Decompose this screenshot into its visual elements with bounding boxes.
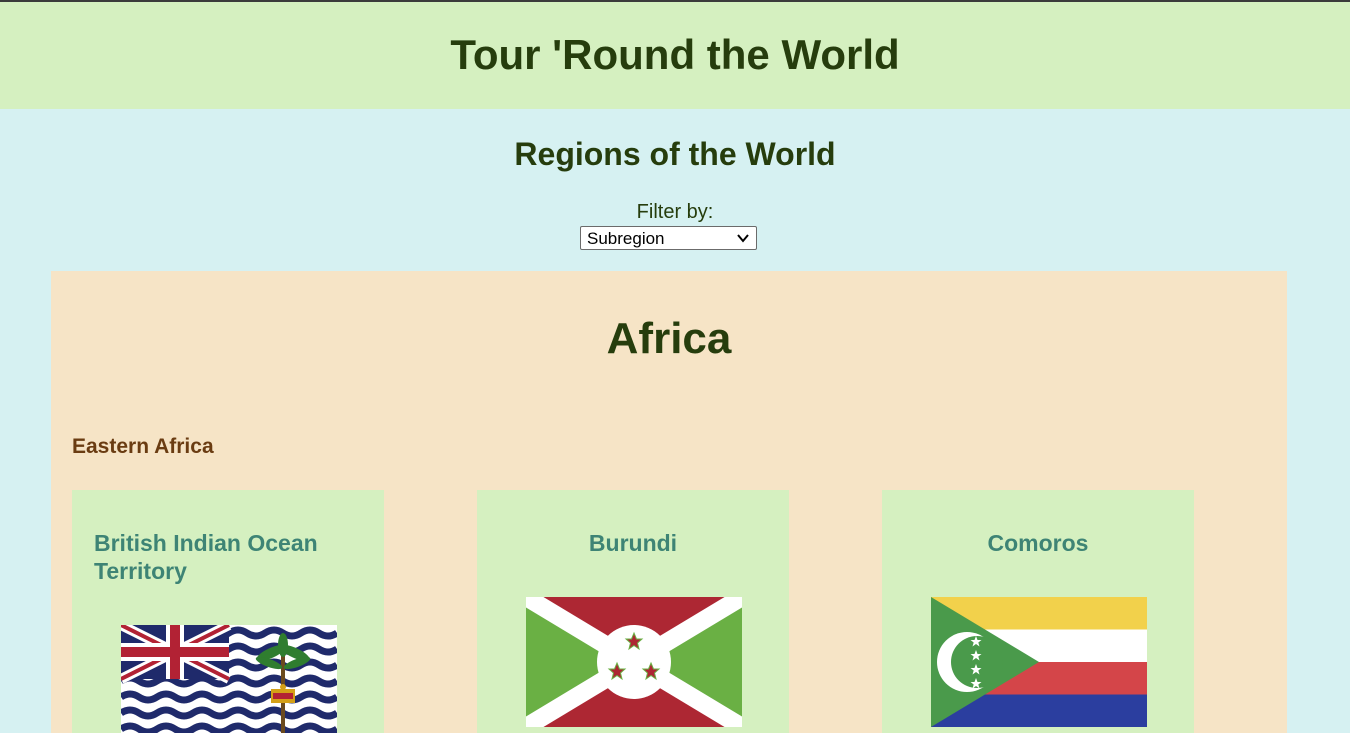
biot-flag-icon: [121, 625, 337, 733]
comoros-flag-icon: [931, 597, 1147, 727]
burundi-flag-icon: [526, 597, 742, 727]
site-title: Tour 'Round the World: [450, 31, 900, 78]
continent-title: Africa: [606, 314, 732, 363]
country-name[interactable]: British Indian Ocean Territory: [94, 529, 362, 585]
country-card[interactable]: Burundi: [477, 490, 789, 733]
chevron-down-icon: [737, 234, 749, 243]
filter-select[interactable]: Subregion: [580, 226, 757, 250]
subregion-title: Eastern Africa: [72, 435, 214, 458]
filter-label: Filter by:: [636, 201, 714, 223]
site-header: Tour 'Round the World: [0, 2, 1350, 109]
country-name[interactable]: Comoros: [882, 529, 1194, 557]
page-title: Regions of the World: [514, 136, 836, 172]
filter-select-value: Subregion: [587, 229, 665, 248]
continent-panel: Africa Eastern Africa British Indian Oce…: [51, 271, 1287, 733]
country-card[interactable]: British Indian Ocean Territory: [72, 490, 384, 733]
country-card[interactable]: Comoros: [882, 490, 1194, 733]
country-name[interactable]: Burundi: [477, 529, 789, 557]
